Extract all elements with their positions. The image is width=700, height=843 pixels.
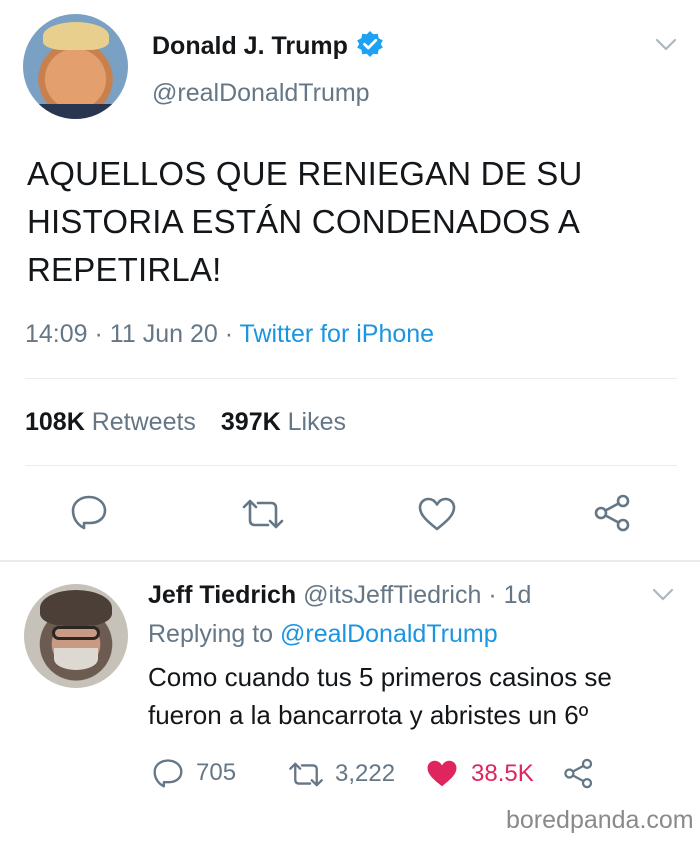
avatar-hair — [43, 22, 109, 50]
tweet-source[interactable]: Twitter for iPhone — [240, 320, 435, 348]
reply-count: 705 — [196, 759, 237, 786]
watermark: boredpanda.com — [506, 806, 694, 834]
avatar-beard — [54, 648, 98, 670]
share-icon[interactable] — [593, 494, 633, 532]
share-icon[interactable] — [563, 758, 595, 789]
reply-text-line: Como cuando tus 5 primeros casinos se — [148, 662, 612, 692]
like-icon[interactable] — [417, 496, 457, 532]
reply-text-line: fueron a la bancarrota y abristes un 6º — [148, 700, 589, 730]
tweet-author-name[interactable]: Donald J. Trump — [152, 32, 348, 61]
tweet-date[interactable]: 11 Jun 20 — [110, 320, 218, 348]
replying-to-label: Replying to — [148, 620, 274, 648]
meta-separator: · — [224, 320, 234, 348]
retweets-stat[interactable]: 108K Retweets — [25, 408, 203, 436]
retweet-count: 3,222 — [335, 760, 396, 787]
like-count: 38.5K — [471, 759, 534, 787]
reply-author-name[interactable]: Jeff Tiedrich — [148, 581, 296, 609]
likes-label: Likes — [287, 408, 346, 436]
tweet-text-line: REPETIRLA! — [27, 251, 222, 288]
avatar-glasses — [52, 626, 100, 640]
tweet-time: 14:09 — [25, 320, 88, 348]
meta-separator: · — [94, 320, 103, 348]
retweet-action[interactable]: 3,222 — [287, 760, 395, 788]
tweet-meta: 14:09 · 11 Jun 20 · Twitter for iPhone — [25, 320, 434, 349]
replying-to-handle[interactable]: @realDonaldTrump — [280, 620, 498, 648]
avatar-hair — [40, 590, 112, 626]
retweet-icon[interactable] — [240, 498, 286, 530]
verified-badge-icon — [356, 30, 384, 63]
tweet-stats: 108K Retweets 397K Likes — [25, 408, 346, 437]
reply-icon[interactable] — [70, 494, 108, 530]
reply-author-handle[interactable]: @itsJeffTiedrich — [303, 581, 481, 609]
likes-count: 397K — [220, 408, 281, 436]
like-icon — [427, 760, 457, 787]
retweets-count: 108K — [25, 408, 85, 436]
chevron-down-icon[interactable] — [651, 586, 675, 604]
tweet-text: AQUELLOS QUE RENIEGAN DE SU HISTORIA EST… — [27, 150, 583, 294]
reply-text: Como cuando tus 5 primeros casinos se fu… — [148, 658, 688, 734]
trump-avatar[interactable] — [23, 14, 128, 119]
tweet-text-line: HISTORIA ESTÁN CONDENADOS A — [27, 203, 581, 240]
retweet-icon — [289, 762, 323, 786]
reply-icon — [153, 759, 183, 788]
tweet-author-handle[interactable]: @realDonaldTrump — [152, 79, 370, 108]
replying-to: Replying to @realDonaldTrump — [148, 620, 498, 649]
chevron-down-icon[interactable] — [654, 36, 678, 54]
section-divider — [0, 560, 700, 562]
tweet-text-line: AQUELLOS QUE RENIEGAN DE SU — [27, 155, 583, 192]
avatar-suit — [23, 104, 128, 119]
likes-stat[interactable]: 397K Likes — [221, 408, 346, 436]
reply-action[interactable]: 705 — [152, 758, 236, 788]
meta-separator: · — [488, 581, 497, 609]
reply-age: 1d — [503, 581, 532, 609]
like-action[interactable]: 38.5K — [425, 758, 534, 789]
divider — [25, 378, 677, 379]
reply-header: Jeff Tiedrich @itsJeffTiedrich · 1d — [148, 581, 531, 610]
jeff-avatar[interactable] — [24, 584, 128, 688]
divider — [25, 465, 677, 466]
retweets-label: Retweets — [91, 408, 196, 436]
